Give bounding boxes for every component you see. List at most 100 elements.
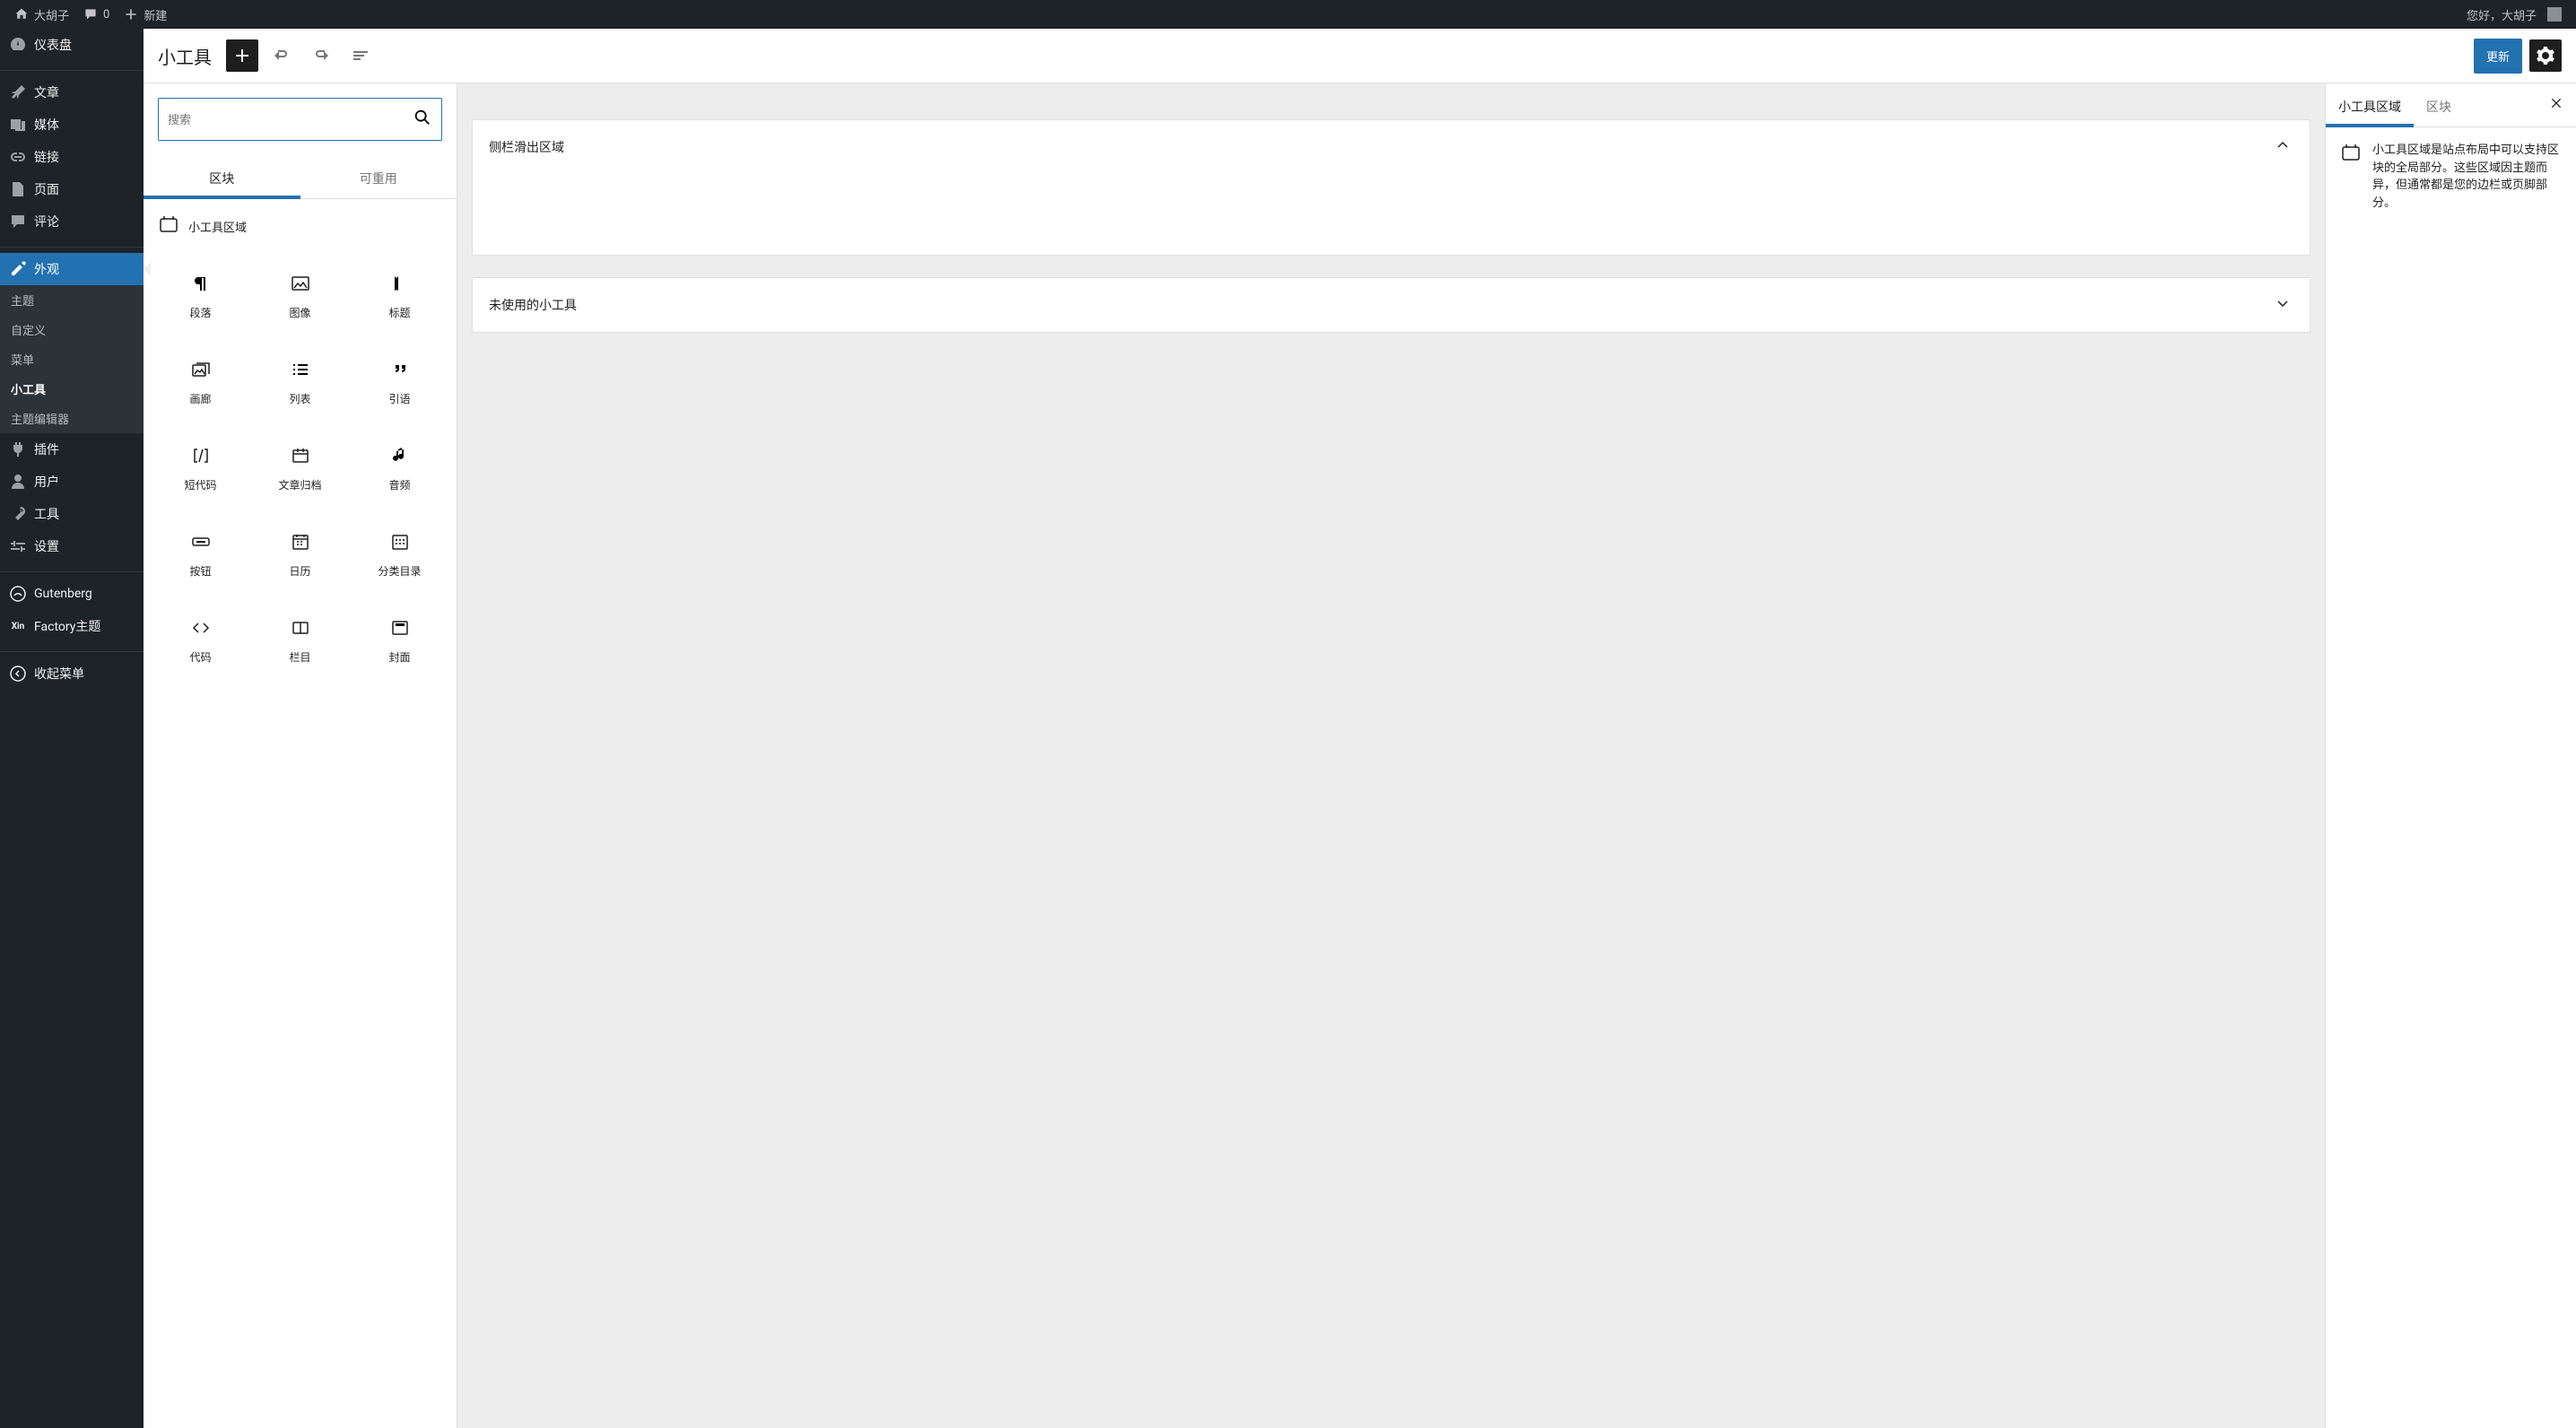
- tab-widget-area[interactable]: 小工具区域: [2326, 83, 2414, 126]
- topbar-site-home[interactable]: 大胡子: [7, 0, 76, 29]
- submenu-item-menus[interactable]: 菜单: [0, 344, 144, 374]
- search-input[interactable]: [168, 113, 413, 126]
- admin-sidebar: 仪表盘 文章 媒体 链接 页面 评论 外观 主题 自定义: [0, 29, 144, 1428]
- inserter-category-widget-area[interactable]: 小工具区域: [144, 199, 457, 246]
- sidebar-item-settings[interactable]: 设置: [0, 530, 144, 562]
- sidebar-item-comments[interactable]: 评论: [0, 205, 144, 238]
- editor-toolbar-left: 小工具: [158, 39, 377, 72]
- xin-icon: Xin: [9, 617, 27, 635]
- block-item-archives[interactable]: 文章归档: [250, 425, 350, 511]
- topbar-new[interactable]: 新建: [117, 0, 174, 29]
- editor-toolbar: 小工具 更新: [144, 29, 2576, 83]
- undo-button[interactable]: [265, 39, 298, 72]
- site-name: 大胡子: [34, 6, 69, 23]
- heading-icon: [389, 273, 411, 294]
- comment-icon: [9, 213, 27, 231]
- redo-button[interactable]: [305, 39, 337, 72]
- block-item-label: 栏目: [289, 649, 310, 665]
- topbar-left: 大胡子 0 新建: [7, 0, 174, 29]
- sidebar-item-media[interactable]: 媒体: [0, 109, 144, 141]
- block-item-label: 分类目录: [378, 563, 421, 579]
- block-item-columns[interactable]: 栏目: [250, 597, 350, 684]
- sidebar-item-links[interactable]: 链接: [0, 141, 144, 173]
- editor-toolbar-right: 更新: [2474, 39, 2562, 74]
- plus-icon: [124, 7, 138, 22]
- block-item-image[interactable]: 图像: [250, 253, 350, 339]
- widget-area-toggle[interactable]: 未使用的小工具: [473, 278, 2310, 332]
- sidebar-item-label: 链接: [34, 148, 59, 166]
- block-item-heading[interactable]: 标题: [350, 253, 449, 339]
- calendar-icon: [290, 531, 311, 553]
- submenu-item-widgets[interactable]: 小工具: [0, 374, 144, 404]
- comment-icon: [83, 7, 98, 22]
- block-item-gallery[interactable]: 画廊: [151, 339, 250, 425]
- block-item-cover[interactable]: 封面: [350, 597, 449, 684]
- block-item-calendar[interactable]: 日历: [250, 511, 350, 597]
- list-view-button[interactable]: [344, 39, 377, 72]
- sidebar-item-posts[interactable]: 文章: [0, 76, 144, 109]
- widget-area-toggle[interactable]: 侧栏滑出区域: [473, 120, 2310, 174]
- block-item-audio[interactable]: 音频: [350, 425, 449, 511]
- admin-topbar: 大胡子 0 新建 您好，大胡子: [0, 0, 2576, 29]
- sidebar-separator: [0, 243, 144, 248]
- sidebar-item-label: 文章: [34, 83, 59, 101]
- block-item-shortcode[interactable]: 短代码: [151, 425, 250, 511]
- columns-icon: [290, 617, 311, 639]
- sidebar-item-collapse[interactable]: 收起菜单: [0, 657, 144, 690]
- block-item-categories[interactable]: 分类目录: [350, 511, 449, 597]
- settings-tabs: 小工具区域 区块: [2326, 83, 2576, 127]
- widget-area-icon: [158, 213, 179, 239]
- block-item-code[interactable]: 代码: [151, 597, 250, 684]
- search-box: [158, 98, 442, 141]
- topbar-comments[interactable]: 0: [76, 0, 117, 29]
- sidebar-item-pages[interactable]: 页面: [0, 173, 144, 205]
- widget-area-body[interactable]: [473, 174, 2310, 255]
- submenu-item-theme-editor[interactable]: 主题编辑器: [0, 404, 144, 433]
- block-item-label: 画廊: [189, 391, 211, 406]
- block-item-paragraph[interactable]: 段落: [151, 253, 250, 339]
- topbar-right: 您好，大胡子: [2459, 0, 2569, 29]
- add-block-button[interactable]: [226, 39, 258, 72]
- sidebar-item-label: 仪表盘: [34, 36, 72, 54]
- sidebar-item-label: 用户: [34, 473, 59, 491]
- sidebar-item-tools[interactable]: 工具: [0, 498, 144, 530]
- submenu-item-themes[interactable]: 主题: [0, 285, 144, 315]
- tab-blocks[interactable]: 区块: [144, 155, 300, 198]
- submenu-item-customize[interactable]: 自定义: [0, 315, 144, 344]
- editor-main: 小工具 更新: [144, 29, 2576, 1428]
- sidebar-separator: [0, 66, 144, 71]
- block-item-label: 引语: [388, 391, 410, 406]
- gutenberg-icon: [9, 585, 27, 603]
- sidebar-item-plugins[interactable]: 插件: [0, 433, 144, 466]
- sidebar-item-label: 设置: [34, 537, 59, 555]
- block-item-list[interactable]: 列表: [250, 339, 350, 425]
- sidebar-item-gutenberg[interactable]: Gutenberg: [0, 578, 144, 610]
- archives-icon: [290, 445, 311, 466]
- topbar-account[interactable]: 您好，大胡子: [2459, 0, 2569, 29]
- sidebar-item-label: Factory主题: [34, 617, 100, 635]
- widget-area-card: 侧栏滑出区域: [472, 119, 2311, 256]
- close-settings-button[interactable]: [2537, 96, 2576, 114]
- plugin-icon: [9, 440, 27, 458]
- settings-toggle-button[interactable]: [2529, 39, 2562, 72]
- tab-block[interactable]: 区块: [2414, 83, 2464, 126]
- block-item-label: 图像: [289, 305, 310, 320]
- sidebar-item-label: 工具: [34, 505, 59, 523]
- sidebar-item-factory-theme[interactable]: Xin Factory主题: [0, 610, 144, 642]
- sidebar-item-appearance[interactable]: 外观: [0, 253, 144, 285]
- update-button[interactable]: 更新: [2474, 39, 2522, 74]
- block-item-button[interactable]: 按钮: [151, 511, 250, 597]
- sidebar-item-dashboard[interactable]: 仪表盘: [0, 29, 144, 61]
- sidebar-item-label: 外观: [34, 260, 59, 278]
- widget-area-card: 未使用的小工具: [472, 277, 2311, 333]
- tab-reusable[interactable]: 可重用: [300, 155, 457, 198]
- sidebar-submenu-appearance: 主题 自定义 菜单 小工具 主题编辑器: [0, 285, 144, 433]
- block-item-label: 短代码: [184, 477, 216, 492]
- block-item-quote[interactable]: 引语: [350, 339, 449, 425]
- block-item-label: 日历: [289, 563, 310, 579]
- comments-count: 0: [103, 8, 109, 22]
- editor-canvas[interactable]: 侧栏滑出区域 未使用的小工具: [457, 83, 2325, 1428]
- settings-body: 小工具区域是站点布局中可以支持区块的全局部分。这些区域因主题而异，但通常都是您的…: [2326, 127, 2576, 226]
- sidebar-item-users[interactable]: 用户: [0, 466, 144, 498]
- category-label: 小工具区域: [188, 218, 247, 235]
